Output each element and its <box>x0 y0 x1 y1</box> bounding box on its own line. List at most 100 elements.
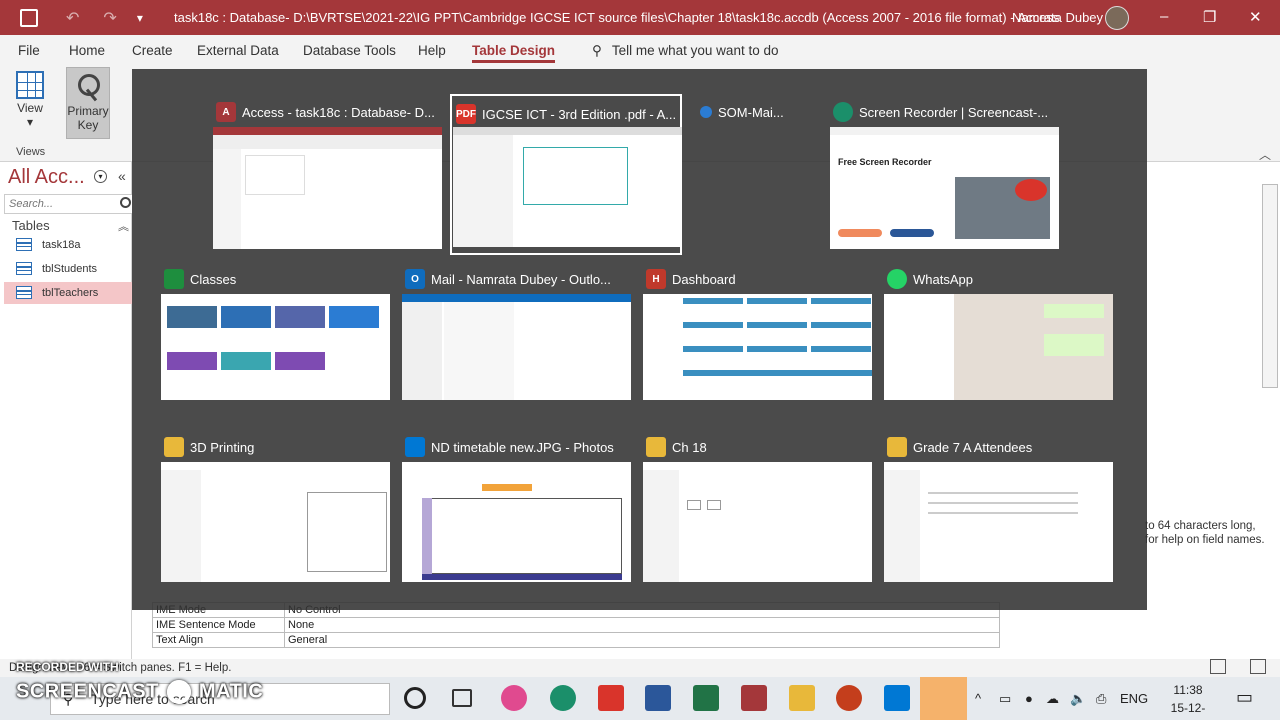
property-name: IME Sentence Mode <box>152 617 285 633</box>
switcher-card-screen-recorder[interactable]: Screen Recorder | Screencast-... Free Sc… <box>829 94 1061 254</box>
view-button[interactable]: View ▾ <box>8 71 52 129</box>
collapse-ribbon-icon[interactable]: ︿ <box>1259 146 1271 163</box>
switcher-card-outlook[interactable]: O Mail - Namrata Dubey - Outlo... <box>401 261 633 401</box>
table-row[interactable]: IME Sentence Mode None <box>152 617 1000 633</box>
chevron-down-icon[interactable]: ▾ <box>94 170 107 183</box>
switcher-card-access[interactable]: A Access - task18c : Database- D... <box>212 94 444 254</box>
switcher-card-photos[interactable]: ND timetable new.JPG - Photos <box>401 429 633 585</box>
window-thumbnail <box>884 462 1113 582</box>
minimize-button[interactable]: – <box>1160 8 1168 25</box>
tab-database-tools[interactable]: Database Tools <box>303 43 396 58</box>
language-indicator[interactable]: ENG <box>1120 691 1148 706</box>
microphone-icon[interactable]: ● <box>1025 691 1033 706</box>
nav-item-tblteachers[interactable]: tblTeachers <box>4 282 132 304</box>
printer-icon[interactable]: ⎙ <box>1096 691 1106 707</box>
battery-icon[interactable]: ▭ <box>999 691 1011 707</box>
folder-icon <box>887 437 907 457</box>
switcher-card-ch18[interactable]: Ch 18 <box>642 429 874 585</box>
card-title: Screen Recorder | Screencast-... <box>859 104 1049 120</box>
volume-icon[interactable]: 🔈 <box>1070 691 1086 707</box>
nav-item-tblstudents[interactable]: tblStudents <box>4 258 132 280</box>
table-icon <box>16 286 32 299</box>
restore-button[interactable]: ❐ <box>1203 8 1216 26</box>
avatar[interactable] <box>1105 6 1129 30</box>
nav-section-tables[interactable]: Tables <box>12 218 50 233</box>
search-icon[interactable] <box>120 197 131 208</box>
thumb-heading: Free Screen Recorder <box>838 157 932 167</box>
redo-icon[interactable]: ↷ <box>103 8 116 28</box>
switcher-card-classes[interactable]: Classes <box>160 261 392 401</box>
card-header: A Access - task18c : Database- D... <box>216 101 440 123</box>
access-icon[interactable] <box>741 685 767 711</box>
customize-qat-icon[interactable]: ▾ <box>137 11 143 25</box>
tab-file[interactable]: File <box>18 43 40 58</box>
table-row[interactable]: Text Align General <box>152 632 1000 648</box>
file-explorer-icon[interactable] <box>789 685 815 711</box>
edge-icon[interactable] <box>550 685 576 711</box>
switcher-card-grade7[interactable]: Grade 7 A Attendees <box>883 429 1115 585</box>
powerpoint-icon[interactable] <box>836 685 862 711</box>
photos-icon[interactable] <box>884 685 910 711</box>
switcher-card-3d-printing[interactable]: 3D Printing <box>160 429 392 585</box>
window-thumbnail <box>884 294 1113 400</box>
tab-home[interactable]: Home <box>69 43 105 58</box>
tab-external-data[interactable]: External Data <box>197 43 279 58</box>
user-name[interactable]: Namrata Dubey <box>1012 10 1103 25</box>
table-icon <box>16 238 32 251</box>
tab-create[interactable]: Create <box>132 43 173 58</box>
card-title: Grade 7 A Attendees <box>913 439 1033 455</box>
card-header: ND timetable new.JPG - Photos <box>405 436 629 458</box>
help-line-2: for help on field names. <box>1145 534 1265 546</box>
thumb-folders <box>402 302 442 400</box>
nav-item-label: tblTeachers <box>42 287 99 299</box>
chevron-up-icon[interactable]: ^ <box>975 691 981 706</box>
primary-key-label: Primary Key <box>67 104 109 132</box>
switcher-card-som[interactable]: SOM-Mai... <box>696 94 806 254</box>
design-view-icon[interactable] <box>1250 659 1266 674</box>
outlook-icon: O <box>405 269 425 289</box>
thumb-box <box>523 147 628 205</box>
window-thumbnail <box>161 294 390 400</box>
task-view-icon[interactable] <box>452 689 472 707</box>
switcher-card-dashboard[interactable]: H Dashboard <box>642 261 874 401</box>
notifications-icon[interactable]: ▭ <box>1236 687 1253 708</box>
watermark-left: SCREENCAST <box>16 680 159 703</box>
clock[interactable]: 11:38 15-12-2021 <box>1158 681 1218 720</box>
tab-help[interactable]: Help <box>418 43 446 58</box>
cloud-icon[interactable]: ☁ <box>1046 691 1059 707</box>
property-value[interactable]: None <box>284 617 1000 633</box>
snip-icon[interactable] <box>501 685 527 711</box>
cortana-icon[interactable] <box>404 687 426 709</box>
property-value[interactable]: General <box>284 632 1000 648</box>
nav-search-input[interactable] <box>4 194 134 214</box>
tab-table-design[interactable]: Table Design <box>472 43 556 63</box>
dash-row <box>747 322 807 328</box>
collapse-pane-icon[interactable]: « <box>118 168 126 184</box>
nav-item-task18a[interactable]: task18a <box>4 234 132 256</box>
title-bar: ↶ ↷ ▾ task18c : Database- D:\BVRTSE\2021… <box>0 0 1280 35</box>
word-icon[interactable] <box>645 685 671 711</box>
chevron-up-icon[interactable]: ︽ <box>118 218 129 234</box>
switcher-card-pdf[interactable]: PDF IGCSE ICT - 3rd Edition .pdf - A... <box>450 94 682 255</box>
undo-icon[interactable]: ↶ <box>66 8 79 28</box>
ribbon-tabs: File Home Create External Data Database … <box>0 35 1280 67</box>
primary-key-button[interactable]: Primary Key <box>66 67 110 139</box>
tell-me-box[interactable]: ⚲ Tell me what you want to do <box>592 43 778 59</box>
datasheet-view-icon[interactable] <box>1210 659 1226 674</box>
classroom-icon <box>164 269 184 289</box>
class-tile <box>275 352 325 370</box>
switcher-card-whatsapp[interactable]: WhatsApp <box>883 261 1115 401</box>
card-header: WhatsApp <box>887 268 1111 290</box>
close-button[interactable]: ✕ <box>1249 8 1262 26</box>
screencast-icon[interactable] <box>920 677 967 720</box>
acrobat-icon[interactable] <box>598 685 624 711</box>
card-header: H Dashboard <box>646 268 870 290</box>
save-icon[interactable] <box>20 8 38 27</box>
nav-pane-title[interactable]: All Acc... <box>8 166 85 189</box>
thumb-bubble <box>1044 334 1104 356</box>
excel-icon[interactable] <box>693 685 719 711</box>
thumb-row <box>928 492 1078 494</box>
thumb-button <box>890 229 934 237</box>
vertical-scrollbar[interactable] <box>1262 184 1278 388</box>
chevron-down-icon: ▾ <box>26 115 34 129</box>
